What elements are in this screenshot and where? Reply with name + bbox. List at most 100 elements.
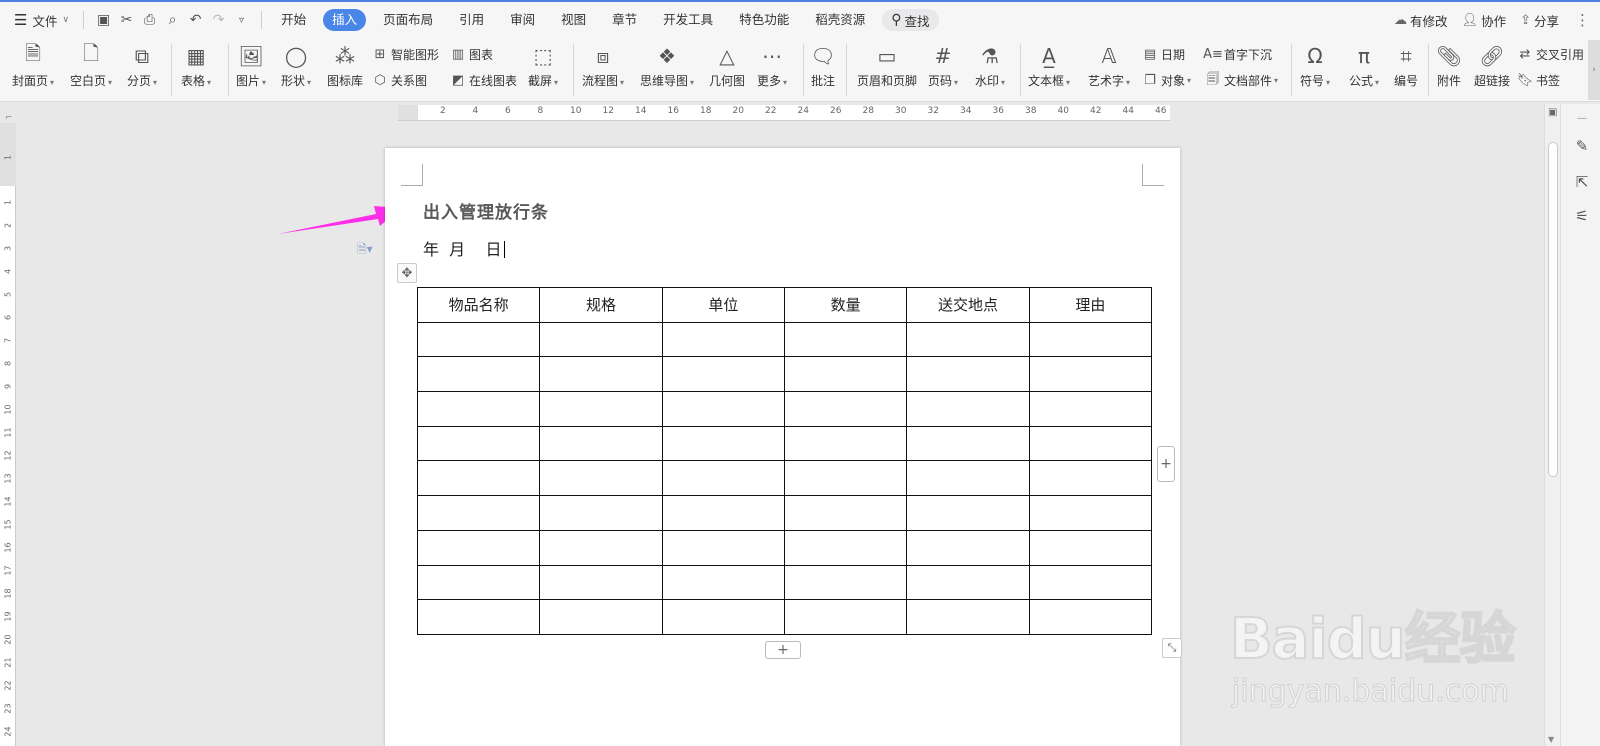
online-chart-button[interactable]: ◩ 在线图表 — [450, 72, 517, 89]
table-cell[interactable] — [783, 460, 908, 497]
table-cell[interactable] — [416, 460, 541, 497]
textbox-button[interactable]: A̲ 文本框 ▾ — [1028, 43, 1070, 89]
format-painter-icon[interactable]: ✂ — [115, 9, 138, 32]
table-cell[interactable] — [539, 529, 663, 566]
table-move-handle[interactable]: ✥ — [397, 263, 417, 283]
table-cell[interactable] — [661, 356, 785, 393]
ribbon-scroll-right[interactable]: › — [1588, 40, 1600, 100]
table-button[interactable]: ▦ 表格 ▾ — [181, 43, 211, 89]
page-break-button[interactable]: ⧉ 分页 ▾ — [127, 43, 157, 89]
icon-library-button[interactable]: ⁂ 图标库 — [327, 43, 363, 89]
table-cell[interactable] — [661, 495, 785, 531]
screenshot-button[interactable]: ⬚ 截屏 ▾ — [528, 43, 558, 89]
cross-ref-button[interactable]: ⇄ 交叉引用 — [1517, 46, 1584, 63]
table-cell[interactable] — [783, 356, 908, 393]
smart-art-button[interactable]: ⊞ 智能图形 — [372, 46, 439, 63]
table-cell[interactable] — [539, 460, 663, 497]
tab-2[interactable]: 页面布局 — [374, 9, 442, 31]
table-cell[interactable] — [416, 356, 541, 393]
undo-icon[interactable]: ↶ — [184, 9, 207, 32]
tab-5[interactable]: 视图 — [552, 9, 595, 31]
table-cell[interactable] — [1028, 391, 1153, 427]
header-footer-button[interactable]: ▭ 页眉和页脚 — [857, 43, 917, 89]
table-cell[interactable] — [1028, 425, 1153, 462]
table-cell[interactable] — [539, 356, 663, 393]
tab-3[interactable]: 引用 — [450, 9, 493, 31]
table-cell[interactable] — [783, 495, 908, 531]
table-header-cell[interactable]: 送交地点 — [906, 287, 1030, 323]
table-cell[interactable] — [416, 564, 541, 601]
table-cell[interactable] — [906, 564, 1030, 601]
table-cell[interactable] — [539, 425, 663, 462]
document-title[interactable]: 出入管理放行条 — [423, 198, 549, 223]
table-cell[interactable] — [539, 564, 663, 601]
more-options-icon[interactable]: ⋮ — [1575, 11, 1590, 29]
scrollbar-thumb[interactable] — [1548, 142, 1558, 477]
bookmark-button[interactable]: 🔖︎ 书签 — [1517, 72, 1560, 89]
table-cell[interactable] — [416, 425, 541, 462]
add-row-button[interactable]: + — [765, 641, 801, 659]
customize-toolbar-icon[interactable]: ▿ — [230, 9, 253, 32]
cover-page-button[interactable]: 🗎︎ 封面页 ▾ — [12, 41, 54, 89]
table-cell[interactable] — [1028, 599, 1153, 635]
table-cell[interactable] — [906, 321, 1030, 358]
table-cell[interactable] — [661, 564, 785, 601]
add-column-button[interactable]: + — [1157, 446, 1175, 482]
table-cell[interactable] — [661, 391, 785, 427]
tab-8[interactable]: 特色功能 — [730, 9, 798, 31]
table-cell[interactable] — [539, 321, 663, 358]
tab-7[interactable]: 开发工具 — [654, 9, 722, 31]
doc-parts-button[interactable]: 🗐︎ 文档部件 ▾ — [1205, 72, 1279, 89]
relation-diagram-button[interactable]: ⬡ 关系图 — [372, 72, 427, 89]
table-header-cell[interactable]: 规格 — [539, 287, 663, 323]
share-button[interactable]: ⇪ 分享 — [1520, 11, 1559, 30]
print-preview-icon[interactable]: ⌕ — [161, 9, 184, 32]
document-date-line[interactable]: 年 月 日 — [423, 236, 506, 260]
tab-9[interactable]: 稻壳资源 — [806, 9, 874, 31]
table-cell[interactable] — [661, 321, 785, 358]
object-button[interactable]: ❐ 对象 ▾ — [1142, 72, 1191, 89]
symbol-button[interactable]: Ω 符号 ▾ — [1300, 43, 1330, 89]
table-cell[interactable] — [783, 529, 908, 566]
table-cell[interactable] — [539, 391, 663, 427]
split-view-icon[interactable]: ▣ — [1548, 107, 1557, 118]
table-cell[interactable] — [416, 495, 541, 531]
table-cell[interactable] — [783, 391, 908, 427]
horizontal-ruler[interactable]: 2 4 6 8 10 12 14 16 18 20 22 24 26 28 30 32 34 36 38 40 42 44… — [398, 105, 1170, 121]
table-cell[interactable] — [1028, 356, 1153, 393]
table-cell[interactable] — [906, 599, 1030, 635]
wordart-button[interactable]: 𝔸 艺术字 ▾ — [1088, 43, 1130, 89]
table-cell[interactable] — [1028, 495, 1153, 531]
release-items-table[interactable]: 物品名称 规格 单位 数量 送交地点 理由 — [416, 287, 1153, 635]
table-cell[interactable] — [906, 391, 1030, 427]
geometry-button[interactable]: △ 几何图 — [709, 43, 745, 89]
more-button[interactable]: ⋯ 更多 ▾ — [757, 43, 787, 89]
blank-page-button[interactable]: 🗋︎ 空白页 ▾ — [70, 41, 112, 89]
table-cell[interactable] — [783, 425, 908, 462]
shape-button[interactable]: ◯ 形状 ▾ — [281, 43, 311, 89]
vertical-scrollbar[interactable]: ▣ ▼ — [1544, 104, 1560, 746]
collapse-panel-icon[interactable]: — — [1572, 108, 1592, 128]
table-cell[interactable] — [539, 495, 663, 531]
table-header-cell[interactable]: 物品名称 — [416, 287, 541, 323]
scroll-down-arrow-icon[interactable]: ▼ — [1548, 735, 1554, 744]
table-cell[interactable] — [906, 356, 1030, 393]
table-cell[interactable] — [783, 321, 908, 358]
chart-button[interactable]: ▥ 图表 — [450, 46, 493, 63]
redo-icon[interactable]: ↷ — [207, 9, 230, 32]
tab-0[interactable]: 开始 — [272, 9, 315, 31]
date-button[interactable]: ▤ 日期 — [1142, 46, 1185, 63]
table-cell[interactable] — [416, 529, 541, 566]
table-cell[interactable] — [906, 460, 1030, 497]
attachment-button[interactable]: 📎︎ 附件 — [1436, 43, 1462, 89]
table-header-cell[interactable]: 单位 — [661, 287, 785, 323]
ruler-corner-icon[interactable]: ⌐ — [5, 113, 13, 123]
table-cell[interactable] — [906, 425, 1030, 462]
table-cell[interactable] — [1028, 321, 1153, 358]
picture-button[interactable]: 🖼︎ 图片 ▾ — [236, 43, 266, 89]
modified-status-button[interactable]: ☁ 有修改 — [1394, 11, 1448, 30]
vertical-ruler[interactable]: 1 1 2 3 4 5 6 7 8 9 10 11 12 13 14 15 16 17 18 19 20 21 22 23 24 — [0, 123, 16, 746]
numbering-button[interactable]: ⌗ 编号 — [1393, 43, 1419, 89]
table-cell[interactable] — [783, 599, 908, 635]
table-cell[interactable] — [906, 495, 1030, 531]
